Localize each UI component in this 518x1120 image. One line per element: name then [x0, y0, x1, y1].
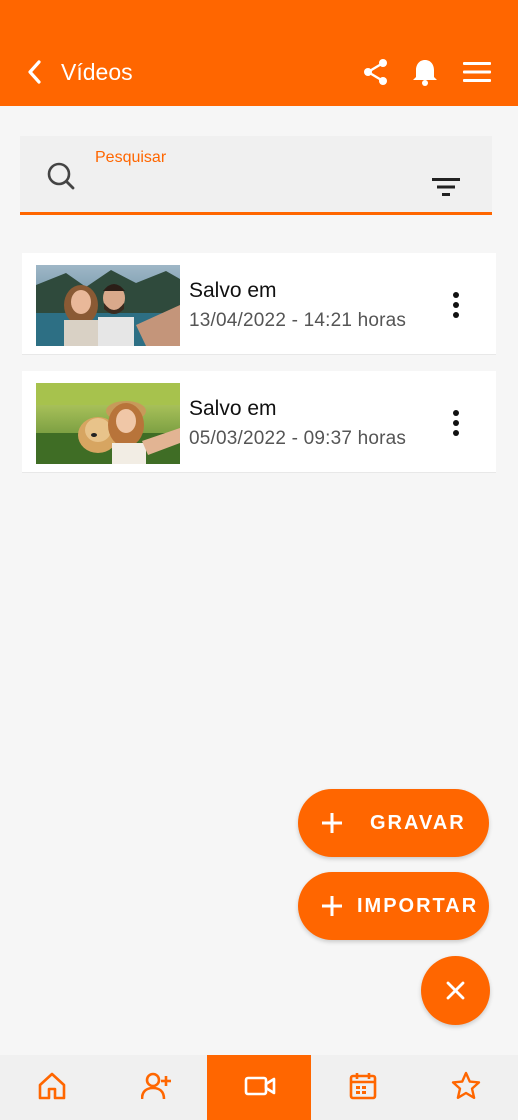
- record-button-label: GRAVAR: [370, 812, 466, 834]
- calendar-icon: [349, 1073, 377, 1100]
- import-button[interactable]: IMPORTAR: [298, 872, 489, 940]
- nav-calendar[interactable]: [311, 1055, 415, 1120]
- add-user-icon: [141, 1072, 171, 1100]
- video-camera-icon: [244, 1076, 276, 1096]
- nav-videos[interactable]: [207, 1055, 311, 1120]
- menu-icon[interactable]: [462, 60, 492, 84]
- page-title: Vídeos: [61, 59, 133, 85]
- nav-home[interactable]: [0, 1055, 104, 1120]
- search-label: Pesquisar: [95, 149, 167, 166]
- video-list-item[interactable]: Salvo em 05/03/2022 - 09:37 horas: [22, 371, 496, 473]
- video-title: Salvo em: [189, 397, 277, 420]
- video-datetime: 13/04/2022 - 14:21 horas: [189, 310, 407, 331]
- plus-icon: [322, 896, 342, 916]
- video-thumbnail[interactable]: [36, 383, 180, 464]
- home-icon: [38, 1072, 66, 1100]
- back-chevron-icon[interactable]: [24, 58, 46, 86]
- plus-icon: [322, 813, 342, 833]
- video-title: Salvo em: [189, 279, 277, 302]
- more-options-icon[interactable]: [446, 409, 466, 437]
- nav-favorites[interactable]: [414, 1055, 518, 1120]
- more-options-icon[interactable]: [446, 291, 466, 319]
- video-thumbnail[interactable]: [36, 265, 180, 346]
- nav-add-user[interactable]: [104, 1055, 208, 1120]
- close-icon: [446, 981, 465, 1000]
- bottom-navigation: [0, 1055, 518, 1120]
- share-icon[interactable]: [362, 58, 390, 86]
- search-icon: [47, 162, 75, 190]
- import-button-label: IMPORTAR: [357, 895, 479, 917]
- app-bar: Vídeos: [0, 0, 518, 106]
- filter-icon[interactable]: [431, 176, 461, 198]
- search-input[interactable]: Pesquisar: [20, 136, 492, 215]
- star-icon: [451, 1071, 481, 1099]
- video-datetime: 05/03/2022 - 09:37 horas: [189, 428, 407, 449]
- bell-icon[interactable]: [411, 57, 439, 87]
- close-fab-button[interactable]: [421, 956, 490, 1025]
- video-list-item[interactable]: Salvo em 13/04/2022 - 14:21 horas: [22, 253, 496, 355]
- record-button[interactable]: GRAVAR: [298, 789, 489, 857]
